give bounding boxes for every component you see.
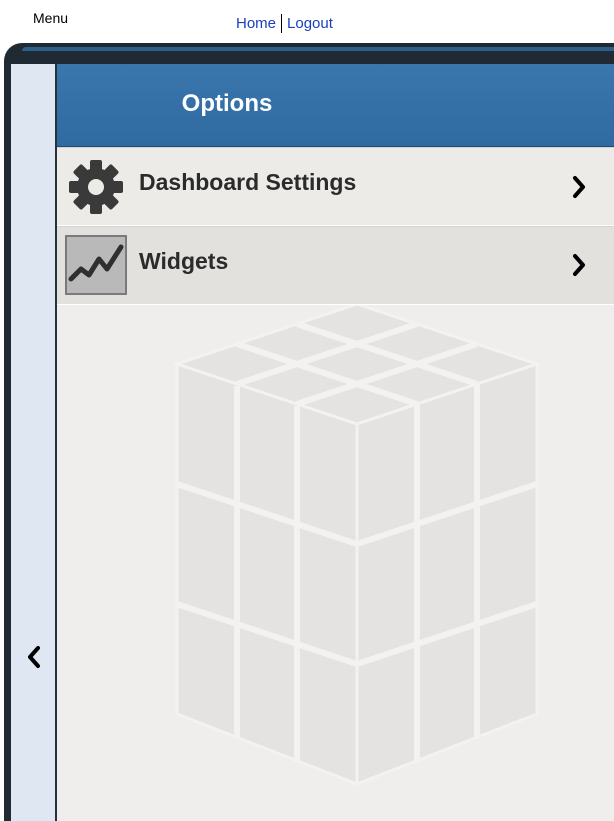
gear-icon (69, 160, 123, 214)
menu-item-widgets[interactable]: Widgets (57, 226, 614, 305)
app-page: Menu Home Logout Options Dashboard Setti… (0, 0, 614, 821)
home-link[interactable]: Home (236, 15, 276, 32)
cube-watermark (172, 302, 542, 787)
menu-item-label: Dashboard Settings (139, 169, 357, 195)
logout-link[interactable]: Logout (287, 15, 333, 32)
frame-accent (22, 47, 614, 51)
top-nav-links: Home Logout (236, 14, 333, 33)
chevron-right-icon (573, 176, 585, 198)
link-separator (281, 14, 283, 33)
menu-item-dashboard-settings[interactable]: Dashboard Settings (57, 147, 614, 226)
chevron-left-icon[interactable] (26, 642, 42, 672)
menu-label[interactable]: Menu (33, 10, 68, 26)
chevron-right-icon (573, 254, 585, 276)
collapse-rail[interactable] (11, 64, 57, 821)
line-chart-icon (65, 235, 127, 295)
page-title: Options (181, 90, 273, 117)
options-header: Options (57, 64, 614, 147)
options-panel: Options Dashboard Settings Widgets (57, 64, 614, 821)
menu-item-label: Widgets (139, 248, 229, 274)
